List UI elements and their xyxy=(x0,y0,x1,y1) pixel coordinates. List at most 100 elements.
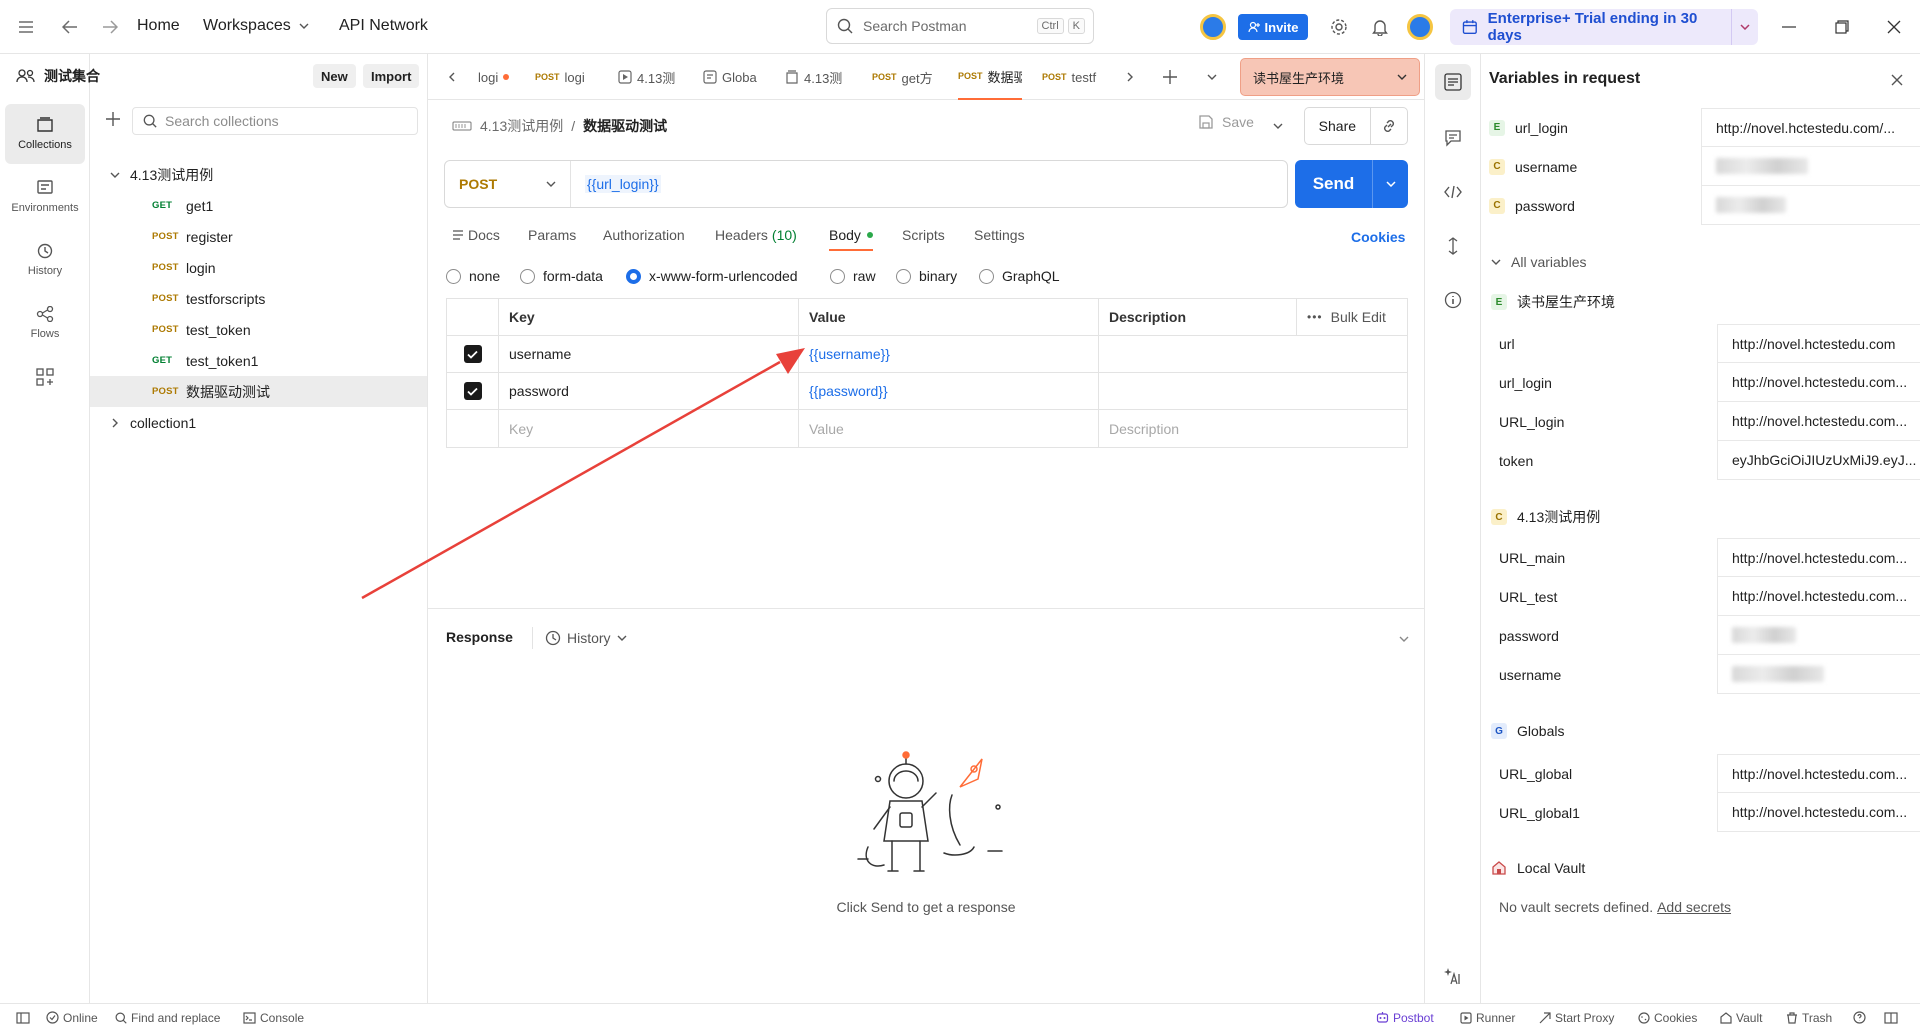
radio-graphql[interactable]: GraphQL xyxy=(979,268,1060,284)
cookies-button[interactable]: Cookies xyxy=(1638,1004,1697,1030)
tab-authorization[interactable]: Authorization xyxy=(603,227,685,243)
variable-row[interactable]: token eyJhbGciOiJIUzUxMiJ9.eyJ... xyxy=(1481,441,1920,480)
new-value-input[interactable]: Value xyxy=(799,410,1099,447)
global-search[interactable]: Search Postman Ctrl K xyxy=(826,8,1094,44)
variables-panel-icon[interactable] xyxy=(1435,64,1471,100)
find-replace-button[interactable]: Find and replace xyxy=(115,1004,220,1030)
postbot-button[interactable]: Postbot xyxy=(1376,1004,1434,1030)
tab-item[interactable]: Globa xyxy=(703,54,777,100)
variable-row[interactable]: username xyxy=(1481,655,1920,694)
vault-button[interactable]: Vault xyxy=(1720,1004,1762,1030)
table-cell-value[interactable]: {{password}} xyxy=(799,373,1099,410)
table-cell-description[interactable] xyxy=(1099,336,1407,373)
rail-add-apps[interactable] xyxy=(5,359,85,395)
tab-item-active[interactable]: POST 数据驱 xyxy=(958,54,1022,100)
code-icon[interactable] xyxy=(1439,178,1467,206)
online-status[interactable]: Online xyxy=(46,1004,98,1030)
tab-headers[interactable]: Headers (10) xyxy=(715,227,797,243)
trial-chevron-icon[interactable] xyxy=(1730,9,1758,45)
info-icon[interactable] xyxy=(1439,286,1467,314)
home-link[interactable]: Home xyxy=(137,17,180,35)
var-value[interactable]: eyJhbGciOiJIUzUxMiJ9.eyJ... xyxy=(1717,441,1920,480)
request-var-row[interactable]: Cpassword xyxy=(1481,186,1920,225)
send-options-chevron-icon[interactable] xyxy=(1372,160,1408,208)
tabs-overflow-chevron-icon[interactable] xyxy=(1198,63,1226,91)
tab-settings[interactable]: Settings xyxy=(974,227,1025,243)
sidebar-request-item[interactable]: POST testforscripts xyxy=(90,283,427,314)
tab-item[interactable]: POST testf xyxy=(1042,54,1106,100)
toggle-sidebar-icon[interactable] xyxy=(16,1004,30,1030)
workspaces-menu[interactable]: Workspaces xyxy=(203,17,309,35)
breadcrumb-parent[interactable]: 4.13测试用例 xyxy=(480,116,563,136)
radio-form-data[interactable]: form-data xyxy=(520,268,603,284)
var-value-masked[interactable] xyxy=(1717,655,1920,694)
help-icon[interactable] xyxy=(1853,1004,1866,1030)
tab-item[interactable]: 4.13测 xyxy=(618,54,696,100)
workspace-header[interactable]: 测试集合 xyxy=(16,64,100,88)
collapse-response-chevron-icon[interactable] xyxy=(1390,625,1418,653)
new-tab-plus-icon[interactable] xyxy=(1156,63,1184,91)
radio-raw[interactable]: raw xyxy=(830,268,876,284)
import-button[interactable]: Import xyxy=(363,64,420,88)
invite-button[interactable]: Invite xyxy=(1238,14,1308,40)
console-button[interactable]: Console xyxy=(243,1004,304,1030)
ai-assistant-icon[interactable] xyxy=(1439,962,1467,990)
variable-row[interactable]: url_login http://novel.hctestedu.com... xyxy=(1481,363,1920,402)
collections-search-input[interactable]: Search collections xyxy=(132,107,418,135)
restore-icon[interactable] xyxy=(1828,13,1856,41)
close-window-icon[interactable] xyxy=(1880,13,1908,41)
sidebar-request-item[interactable]: POST login xyxy=(90,252,427,283)
variable-row[interactable]: url http://novel.hctestedu.com xyxy=(1481,324,1920,363)
var-value[interactable]: http://novel.hctestedu.com... xyxy=(1717,363,1920,402)
avatar-icon[interactable] xyxy=(1200,14,1226,40)
tab-scripts[interactable]: Scripts xyxy=(902,227,945,243)
var-value[interactable]: http://novel.hctestedu.com xyxy=(1717,324,1920,363)
var-value[interactable]: http://novel.hctestedu.com... xyxy=(1717,402,1920,441)
radio-none[interactable]: none xyxy=(446,268,500,284)
request-var-row[interactable]: Eurl_login http://novel.hctestedu.com/..… xyxy=(1481,108,1920,147)
sidebar-request-item[interactable]: POST register xyxy=(90,221,427,252)
variable-row[interactable]: URL_login http://novel.hctestedu.com... xyxy=(1481,402,1920,441)
add-collection-icon[interactable] xyxy=(106,112,120,129)
cookies-link[interactable]: Cookies xyxy=(1351,229,1405,245)
send-button[interactable]: Send xyxy=(1295,174,1372,194)
variable-row[interactable]: URL_main http://novel.hctestedu.com... xyxy=(1481,538,1920,577)
close-panel-icon[interactable] xyxy=(1883,66,1911,94)
variable-row[interactable]: URL_global1 http://novel.hctestedu.com... xyxy=(1481,793,1920,832)
trial-banner[interactable]: Enterprise+ Trial ending in 30 days xyxy=(1450,9,1758,45)
rail-flows[interactable]: Flows xyxy=(5,293,85,353)
profile-avatar-icon[interactable] xyxy=(1407,14,1433,40)
start-proxy-button[interactable]: Start Proxy xyxy=(1539,1004,1614,1030)
radio-binary[interactable]: binary xyxy=(896,268,957,284)
tabs-scroll-right-icon[interactable] xyxy=(1116,63,1144,91)
rail-collections[interactable]: Collections xyxy=(5,104,85,164)
forward-arrow-icon[interactable] xyxy=(96,13,124,41)
var-value[interactable]: http://novel.hctestedu.com... xyxy=(1717,538,1920,577)
tab-docs[interactable]: Docs xyxy=(452,227,500,243)
layout-toggle-icon[interactable] xyxy=(1884,1004,1898,1030)
tab-body[interactable]: Body xyxy=(829,227,873,251)
tab-params[interactable]: Params xyxy=(528,227,576,243)
trash-button[interactable]: Trash xyxy=(1786,1004,1832,1030)
settings-gear-icon[interactable] xyxy=(1325,13,1353,41)
tab-item[interactable]: logi xyxy=(478,54,538,100)
var-value[interactable]: http://novel.hctestedu.com... xyxy=(1717,754,1920,793)
back-arrow-icon[interactable] xyxy=(56,13,84,41)
table-cell-description[interactable] xyxy=(1099,373,1407,410)
add-secrets-link[interactable]: Add secrets xyxy=(1657,899,1731,915)
copy-link-icon[interactable] xyxy=(1369,108,1407,144)
tabs-scroll-left-icon[interactable] xyxy=(438,63,466,91)
collection-node[interactable]: 4.13测试用例 xyxy=(90,159,427,190)
history-dropdown[interactable]: History xyxy=(532,627,627,649)
bell-icon[interactable] xyxy=(1366,13,1394,41)
new-button[interactable]: New xyxy=(313,64,356,88)
sidebar-request-item[interactable]: GET get1 xyxy=(90,190,427,221)
url-input[interactable]: {{url_login}} xyxy=(585,175,661,193)
var-value[interactable]: http://novel.hctestedu.com... xyxy=(1717,577,1920,616)
var-value-masked[interactable] xyxy=(1701,147,1920,186)
table-cell-value[interactable]: {{username}} xyxy=(799,336,1099,373)
method-select[interactable]: POST xyxy=(445,161,571,207)
variable-row[interactable]: URL_global http://novel.hctestedu.com... xyxy=(1481,754,1920,793)
tab-item[interactable]: 4.13测 xyxy=(785,54,857,100)
related-collections-icon[interactable] xyxy=(1439,232,1467,260)
